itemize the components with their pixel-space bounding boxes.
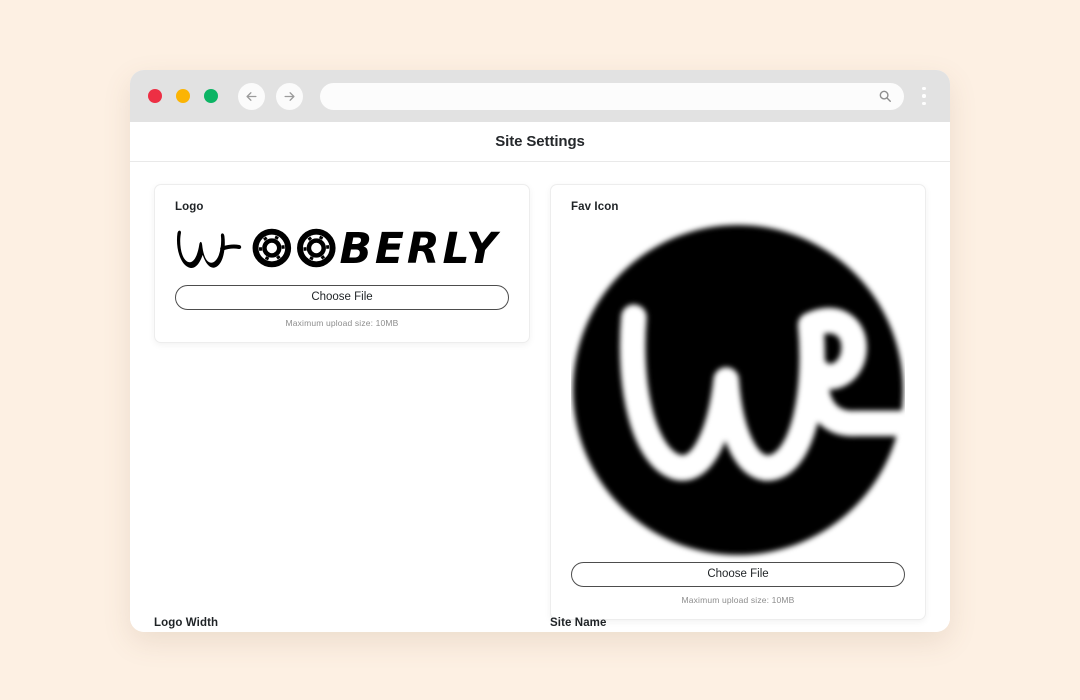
- window-traffic-lights: [148, 89, 218, 103]
- logo-card: Logo BERLY Choose File Maximum upload si…: [154, 184, 530, 343]
- clipped-fields-row: Logo Width Site Name: [154, 617, 926, 629]
- search-icon[interactable]: [878, 89, 892, 103]
- favicon-upload-hint: Maximum upload size: 10MB: [681, 595, 795, 605]
- page-header: Site Settings: [130, 122, 950, 162]
- logo-card-label: Logo: [175, 201, 204, 213]
- svg-text:BERLY: BERLY: [340, 225, 501, 272]
- favicon-card-label: Fav Icon: [571, 201, 619, 213]
- wooberly-favicon-image: [572, 224, 905, 555]
- page-title: Site Settings: [495, 133, 585, 150]
- window-close-button[interactable]: [148, 89, 162, 103]
- browser-window: Site Settings Logo BERLY Choose File Max…: [130, 70, 950, 632]
- arrow-left-icon: [246, 91, 257, 101]
- url-input[interactable]: [336, 82, 872, 110]
- forward-button[interactable]: [276, 82, 303, 110]
- kebab-dot: [922, 101, 926, 106]
- favicon-choose-file-button[interactable]: Choose File: [571, 562, 905, 587]
- logo-upload-hint: Maximum upload size: 10MB: [285, 318, 399, 328]
- arrow-right-icon: [284, 91, 295, 101]
- browser-menu-button[interactable]: [912, 80, 936, 112]
- window-minimize-button[interactable]: [176, 89, 190, 103]
- navigation-buttons: [238, 82, 303, 110]
- window-maximize-button[interactable]: [204, 89, 218, 103]
- kebab-dot: [922, 94, 926, 98]
- browser-toolbar: [130, 70, 950, 122]
- back-button[interactable]: [238, 82, 265, 110]
- address-bar[interactable]: [320, 82, 904, 110]
- logo-width-label: Logo Width: [154, 617, 219, 629]
- favicon-preview: [571, 217, 905, 562]
- settings-cards-row: Logo BERLY Choose File Maximum upload si…: [154, 184, 926, 620]
- favicon-card: Fav Icon Choose File Maximum upload size…: [550, 184, 926, 620]
- wooberly-wordmark-image: BERLY: [176, 225, 501, 272]
- page-content: Logo BERLY Choose File Maximum upload si…: [130, 162, 950, 632]
- kebab-dot: [922, 86, 926, 91]
- logo-choose-file-button[interactable]: Choose File: [175, 285, 509, 310]
- logo-preview: BERLY: [175, 217, 509, 279]
- site-name-label: Site Name: [550, 617, 607, 629]
